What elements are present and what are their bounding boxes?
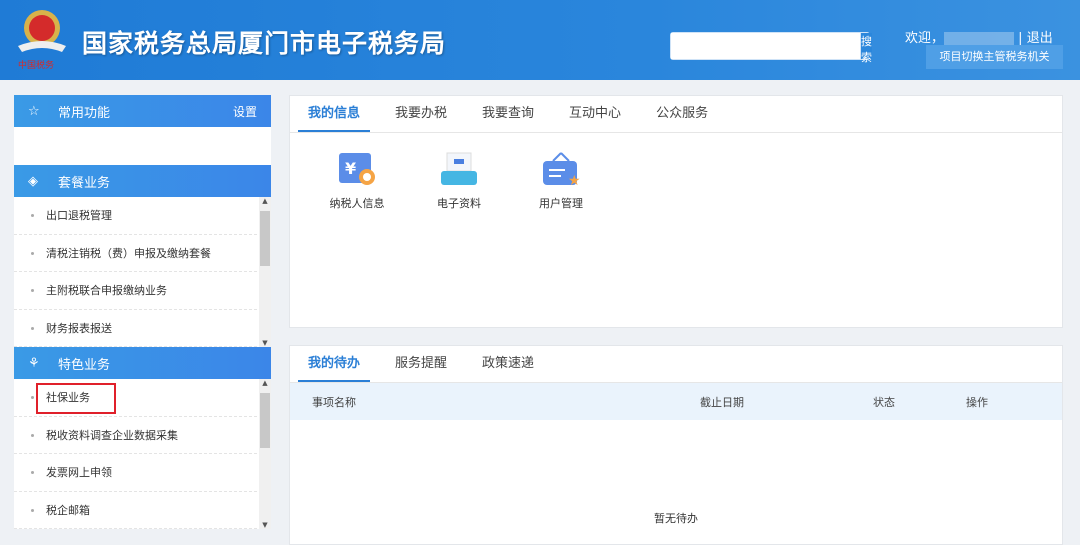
app-electronic-docs[interactable]: 电子资料 (408, 151, 510, 211)
list-item[interactable]: 清税注销税（费）申报及缴纳套餐 (14, 235, 257, 272)
special-business-list: 社保业务 税收资料调查企业数据采集 发票网上申领 税企邮箱 ▲ ▼ (14, 379, 271, 529)
tab-service-reminder[interactable]: 服务提醒 (385, 346, 457, 382)
todo-panel: 我的待办 服务提醒 政策速递 事项名称 截止日期 状态 操作 暂无待办 (289, 345, 1063, 545)
svg-text:中国税务: 中国税务 (18, 59, 54, 71)
package-business-header[interactable]: ◈ 套餐业务 (14, 165, 271, 197)
svg-text:¥: ¥ (345, 159, 356, 178)
star-icon: ☆ (28, 103, 40, 119)
welcome-bar: 欢迎， | 退出 (905, 27, 1053, 46)
scrollbar[interactable]: ▲ ▼ (259, 197, 271, 347)
scroll-thumb[interactable] (260, 211, 270, 266)
info-tabs: 我的信息 我要办税 我要查询 互动中心 公众服务 (290, 96, 1062, 133)
scroll-up-icon[interactable]: ▲ (259, 379, 271, 387)
col-item-name: 事项名称 (312, 395, 356, 409)
svg-text:★: ★ (568, 173, 581, 187)
list-item[interactable]: 发票网上申领 (14, 454, 257, 492)
header: 中国税务 国家税务总局厦门市电子税务局 搜索 欢迎， | 退出 项目切换主管税务… (0, 0, 1080, 80)
grid-icon: ⚘ (28, 355, 40, 371)
col-action: 操作 (966, 395, 988, 409)
tab-policy-news[interactable]: 政策速递 (472, 346, 544, 382)
empty-message: 暂无待办 (654, 512, 698, 525)
tab-tax-handling[interactable]: 我要办税 (385, 96, 457, 132)
list-item[interactable]: 税企邮箱 (14, 492, 257, 529)
app-user-management[interactable]: ★ 用户管理 (510, 151, 612, 211)
app-label: 纳税人信息 (329, 197, 385, 210)
tab-public-service[interactable]: 公众服务 (646, 96, 718, 132)
layers-icon: ◈ (28, 173, 38, 189)
list-item[interactable]: 税收资料调查企业数据采集 (14, 417, 257, 454)
package-business-list: 出口退税管理 清税注销税（费）申报及缴纳套餐 主附税联合申报缴纳业务 财务报表报… (14, 197, 271, 347)
welcome-text: 欢迎， (905, 31, 945, 46)
common-functions-list (14, 127, 271, 165)
logout-link[interactable]: 退出 (1027, 31, 1053, 46)
scroll-down-icon[interactable]: ▼ (259, 521, 271, 529)
col-status: 状态 (873, 395, 895, 409)
site-title: 国家税务总局厦门市电子税务局 (82, 29, 447, 58)
list-item[interactable]: 财务报表报送 (14, 310, 257, 347)
special-business-header[interactable]: ⚘ 特色业务 (14, 347, 271, 379)
separator: | (1018, 31, 1023, 46)
tax-emblem-logo: 中国税务 (18, 10, 66, 71)
scroll-up-icon[interactable]: ▲ (259, 197, 271, 205)
tab-my-todo[interactable]: 我的待办 (298, 346, 371, 382)
app-grid: ¥ 纳税人信息 电子资料 ★ 用户管理 (290, 133, 1062, 211)
app-label: 电子资料 (437, 197, 481, 210)
app-taxpayer-info[interactable]: ¥ 纳税人信息 (306, 151, 408, 211)
common-functions-header: ☆ 常用功能 设置 (14, 95, 271, 127)
tab-query[interactable]: 我要查询 (472, 96, 544, 132)
user-badge-icon: ★ (543, 152, 581, 187)
list-item[interactable]: 出口退税管理 (14, 197, 257, 235)
settings-link[interactable]: 设置 (233, 103, 257, 120)
sidebar: ☆ 常用功能 设置 ◈ 套餐业务 出口退税管理 清税注销税（费）申报及缴纳套餐 … (14, 95, 271, 529)
section-title: 特色业务 (58, 357, 111, 373)
section-title: 常用功能 (58, 105, 111, 121)
taxpayer-receipt-icon: ¥ (339, 153, 375, 185)
section-title: 套餐业务 (58, 175, 111, 191)
scroll-thumb[interactable] (260, 393, 270, 448)
todo-tabs: 我的待办 服务提醒 政策速递 (290, 346, 1062, 383)
table-header: 事项名称 截止日期 状态 操作 (290, 383, 1062, 420)
search-button[interactable]: 搜索 (860, 33, 872, 64)
tab-interaction[interactable]: 互动中心 (559, 96, 631, 132)
col-deadline: 截止日期 (700, 395, 744, 409)
search-box: 搜索 (670, 32, 872, 64)
switch-tax-authority-button[interactable]: 项目切换主管税务机关 (926, 45, 1063, 69)
list-item-social-security[interactable]: 社保业务 (14, 379, 257, 417)
printer-icon (441, 152, 477, 185)
list-item[interactable]: 主附税联合申报缴纳业务 (14, 272, 257, 310)
search-input[interactable] (671, 33, 860, 59)
username-redacted (944, 31, 1015, 46)
scroll-down-icon[interactable]: ▼ (259, 339, 271, 347)
my-info-panel: 我的信息 我要办税 我要查询 互动中心 公众服务 ¥ 纳税人信息 电子资料 ★ … (289, 95, 1063, 328)
tab-my-info[interactable]: 我的信息 (298, 96, 371, 132)
app-label: 用户管理 (539, 197, 583, 210)
scrollbar[interactable]: ▲ ▼ (259, 379, 271, 529)
